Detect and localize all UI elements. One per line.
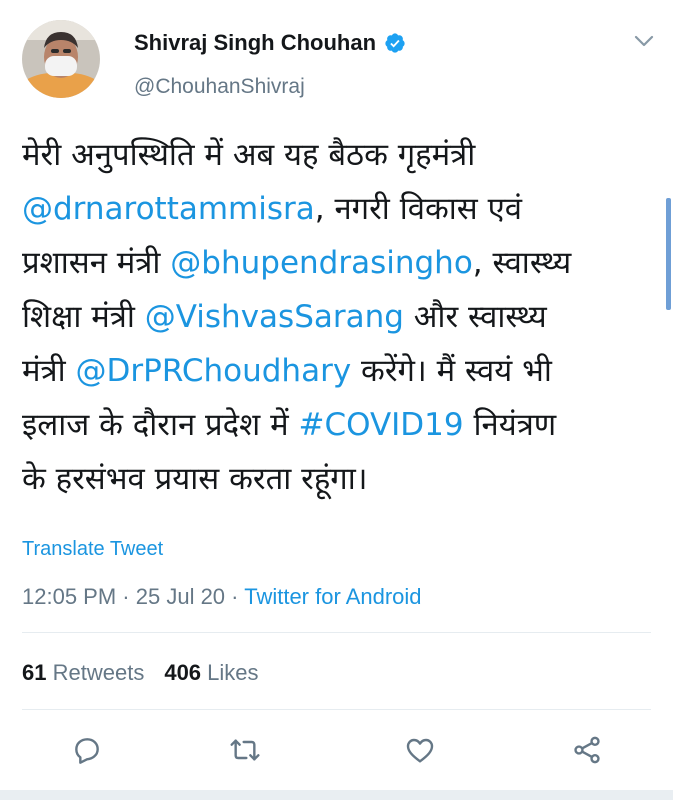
reply-icon[interactable] — [71, 734, 103, 766]
tweet-text-segment: नियंत्रण — [463, 407, 557, 443]
tweet-date: 25 Jul 20 — [135, 584, 226, 609]
user-display-name[interactable]: Shivraj Singh Chouhan — [134, 30, 376, 56]
scrollbar[interactable] — [666, 198, 671, 310]
mention-link[interactable]: @bhupendrasingho — [170, 245, 473, 281]
share-icon[interactable] — [571, 734, 603, 766]
tweet-text-line: प्रशासन मंत्री @bhupendrasingho, स्वास्थ… — [22, 236, 662, 290]
tweet-text-segment: इलाज के दौरान प्रदेश में — [22, 407, 299, 443]
retweets-stat[interactable]: 61 Retweets — [22, 660, 144, 685]
bottom-bar — [0, 790, 673, 800]
tweet-text-segment: , स्वास्थ्य — [472, 245, 572, 281]
retweet-icon[interactable] — [229, 734, 261, 766]
divider — [22, 709, 651, 710]
likes-stat[interactable]: 406 Likes — [164, 660, 258, 685]
verified-badge-icon — [385, 33, 405, 53]
tweet-text-segment: शिक्षा मंत्री — [22, 299, 145, 335]
tweet-text-line: मेरी अनुपस्थिति में अब यह बैठक गृहमंत्री — [22, 128, 662, 182]
retweets-count: 61 — [22, 660, 47, 685]
tweet-text-line: @drnarottammisra, नगरी विकास एवं — [22, 182, 662, 236]
mention-link[interactable]: @DrPRChoudhary — [76, 353, 352, 389]
retweets-label: Retweets — [52, 660, 145, 685]
tweet-text-segment: करेंगे। मैं स्वयं भी — [351, 353, 552, 389]
mention-link[interactable]: @VishvasSarang — [145, 299, 404, 335]
tweet-source-link[interactable]: Twitter for Android — [244, 584, 421, 609]
tweet-text-line: शिक्षा मंत्री @VishvasSarang और स्वास्थ्… — [22, 290, 662, 344]
tweet-meta: 12:05 PM · 25 Jul 20 · Twitter for Andro… — [22, 584, 422, 610]
likes-label: Likes — [207, 660, 259, 685]
meta-separator: · — [231, 584, 239, 609]
tweet-time: 12:05 PM — [22, 584, 117, 609]
user-handle[interactable]: @ChouhanShivraj — [134, 75, 305, 99]
tweet-text-segment: मंत्री — [22, 353, 76, 389]
avatar[interactable] — [22, 20, 100, 98]
chevron-down-icon[interactable] — [633, 33, 655, 49]
mention-link[interactable]: @drnarottammisra — [22, 191, 315, 227]
tweet-text-segment: के हरसंभव प्रयास करता रहूंगा। — [22, 461, 368, 497]
tweet-text: मेरी अनुपस्थिति में अब यह बैठक गृहमंत्री… — [22, 128, 662, 506]
meta-separator: · — [122, 584, 130, 609]
like-icon[interactable] — [404, 734, 436, 766]
divider — [22, 632, 651, 633]
tweet-text-segment: प्रशासन मंत्री — [22, 245, 171, 281]
hashtag-link[interactable]: #COVID19 — [298, 407, 463, 443]
tweet-text-segment: मेरी अनुपस्थिति में अब यह बैठक गृहमंत्री — [22, 137, 476, 173]
translate-tweet-link[interactable]: Translate Tweet — [22, 538, 163, 561]
likes-count: 406 — [164, 660, 202, 685]
tweet-text-segment: और स्वास्थ्य — [403, 299, 547, 335]
tweet-text-segment: , नगरी विकास एवं — [314, 191, 522, 227]
tweet-detail: Shivraj Singh Chouhan @ChouhanShivraj मे… — [0, 0, 673, 800]
tweet-text-line: के हरसंभव प्रयास करता रहूंगा। — [22, 452, 662, 506]
tweet-stats: 61 Retweets 406 Likes — [22, 660, 259, 686]
tweet-text-line: मंत्री @DrPRChoudhary करेंगे। मैं स्वयं … — [22, 344, 662, 398]
tweet-text-line: इलाज के दौरान प्रदेश में #COVID19 नियंत्… — [22, 398, 662, 452]
